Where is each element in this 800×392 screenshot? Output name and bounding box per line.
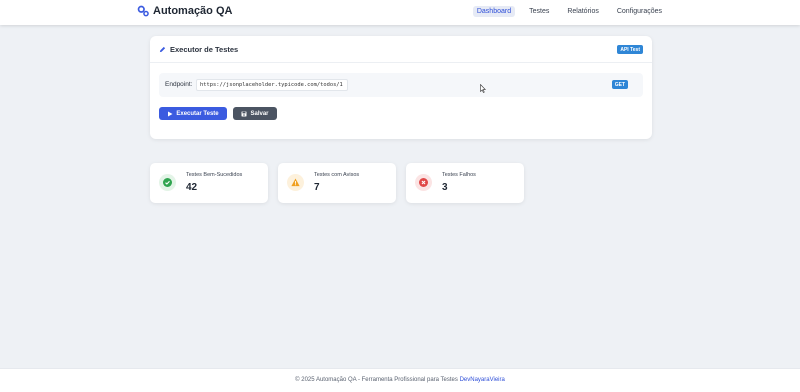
stat-label: Testes Falhos bbox=[442, 172, 476, 178]
floppy-disk-icon bbox=[241, 111, 247, 116]
endpoint-row: Endpoint: https://jsonplaceholder.typico… bbox=[159, 73, 643, 97]
nav-dashboard[interactable]: Dashboard bbox=[472, 6, 516, 17]
endpoint-label: Endpoint: bbox=[165, 81, 193, 88]
stat-icon-wrap bbox=[415, 174, 432, 191]
stat-icon-wrap bbox=[159, 174, 176, 191]
stat-label: Testes Bem-Sucedidos bbox=[186, 172, 243, 178]
footer-author-link[interactable]: DevNayaraVieira bbox=[460, 377, 505, 383]
save-button[interactable]: Salvar bbox=[233, 107, 277, 120]
stat-value: 3 bbox=[442, 182, 448, 193]
footer: © 2025 Automação QA - Ferramenta Profiss… bbox=[0, 368, 800, 392]
nav-relatorios[interactable]: Relatórios bbox=[563, 6, 603, 17]
main-nav: Dashboard Testes Relatórios Configuraçõe… bbox=[471, 6, 666, 17]
brand-title: Automação QA bbox=[153, 5, 233, 17]
stat-card-warnings: Testes com Avisos 7 bbox=[278, 163, 396, 203]
stat-card-failures: Testes Falhos 3 bbox=[406, 163, 524, 203]
endpoint-input[interactable]: https://jsonplaceholder.typicode.com/tod… bbox=[196, 79, 348, 91]
nav-testes[interactable]: Testes bbox=[525, 6, 553, 17]
run-test-button[interactable]: Executar Teste bbox=[159, 107, 227, 120]
save-label: Salvar bbox=[250, 110, 269, 117]
run-test-label: Executar Teste bbox=[176, 110, 219, 117]
pencil-icon bbox=[159, 46, 166, 53]
card-header: Executor de Testes API Test bbox=[150, 36, 652, 63]
stat-value: 42 bbox=[186, 182, 198, 193]
check-circle-icon bbox=[163, 178, 172, 187]
top-navbar: Automação QA Dashboard Testes Relatórios… bbox=[0, 0, 800, 25]
stat-label: Testes com Avisos bbox=[314, 172, 360, 178]
http-method-badge[interactable]: GET bbox=[611, 80, 628, 89]
test-executor-card: Executor de Testes API Test Endpoint: ht… bbox=[150, 36, 652, 139]
x-circle-icon bbox=[419, 178, 428, 187]
warning-triangle-icon bbox=[291, 178, 300, 187]
play-icon bbox=[168, 111, 173, 116]
stat-card-success: Testes Bem-Sucedidos 42 bbox=[150, 163, 268, 203]
card-title: Executor de Testes bbox=[170, 45, 239, 54]
brand[interactable]: Automação QA bbox=[137, 4, 232, 18]
footer-text: © 2025 Automação QA - Ferramenta Profiss… bbox=[295, 377, 458, 383]
stat-icon-wrap bbox=[287, 174, 304, 191]
gears-icon bbox=[137, 5, 149, 17]
api-test-badge: API Test bbox=[617, 45, 643, 54]
card-title-wrap: Executor de Testes bbox=[159, 45, 238, 54]
stat-value: 7 bbox=[314, 182, 320, 193]
nav-configuracoes[interactable]: Configurações bbox=[613, 6, 666, 17]
mouse-cursor-icon bbox=[480, 84, 486, 93]
